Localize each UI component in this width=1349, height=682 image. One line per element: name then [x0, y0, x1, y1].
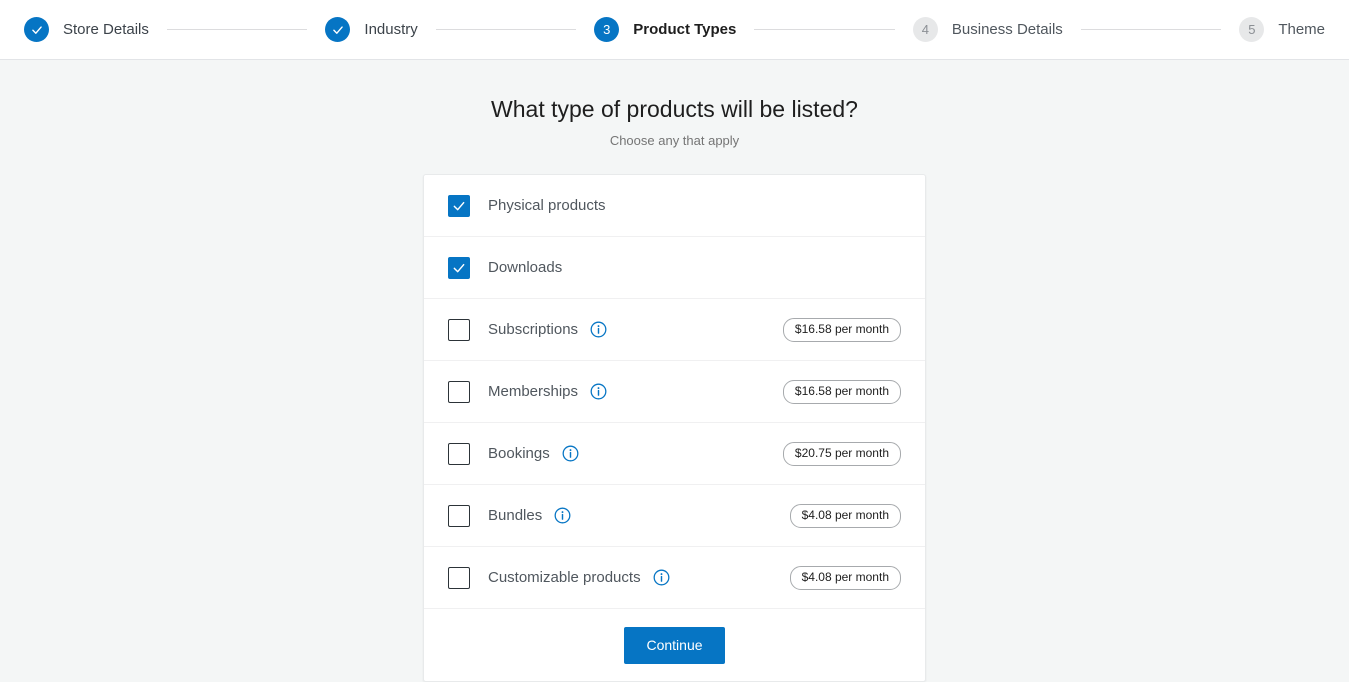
stepper-step-label: Store Details — [63, 21, 149, 38]
onboarding-stepper: Store Details Industry 3 Product Types 4 Busi… — [0, 0, 1349, 60]
product-type-row-left: Downloads — [448, 256, 901, 279]
stepper-step-label: Industry — [364, 21, 418, 38]
stepper-step-label: Theme — [1278, 21, 1326, 38]
product-types-card: Physical products Downloads Subscriptions $… — [423, 174, 926, 682]
product-type-label: Bundles — [488, 507, 543, 524]
stepper-step-industry[interactable]: Industry — [325, 17, 418, 42]
stepper-step-store-details[interactable]: Store Details — [24, 17, 149, 42]
step-number: 4 — [912, 17, 938, 42]
checkbox-unchecked[interactable] — [448, 566, 470, 589]
checkbox-checked[interactable] — [448, 194, 470, 217]
stepper-steps: Store Details Industry 3 Product Types 4 Busi… — [24, 17, 1325, 42]
price-badge: $16.58 per month — [782, 379, 901, 404]
price-badge: $4.08 per month — [789, 565, 901, 590]
product-type-row[interactable]: Subscriptions $16.58 per month — [424, 299, 925, 361]
price-badge: $16.58 per month — [782, 317, 901, 342]
stepper-step-business-details[interactable]: 4 Business Details — [912, 17, 1063, 42]
main-content: What type of products will be listed? Ch… — [0, 60, 1349, 682]
checkbox-checked[interactable] — [448, 256, 470, 279]
info-icon[interactable] — [590, 383, 607, 400]
step-number: 5 — [1239, 17, 1265, 42]
checkbox-unchecked[interactable] — [448, 318, 470, 341]
step-connector — [435, 29, 577, 30]
product-type-label: Customizable products — [488, 569, 641, 586]
product-type-label: Downloads — [488, 259, 563, 276]
step-connector — [754, 29, 895, 30]
step-connector — [1080, 29, 1222, 30]
stepper-step-label: Business Details — [951, 21, 1063, 38]
product-type-label: Bookings — [488, 445, 550, 462]
product-type-row-left: Physical products — [448, 194, 901, 217]
product-type-row[interactable]: Customizable products $4.08 per month — [424, 547, 925, 609]
product-type-row-left: Subscriptions — [448, 318, 783, 341]
stepper-step-label: Product Types — [633, 21, 737, 38]
price-badge: $20.75 per month — [782, 441, 901, 466]
product-type-row[interactable]: Memberships $16.58 per month — [424, 361, 925, 423]
info-icon[interactable] — [653, 569, 670, 586]
product-type-row[interactable]: Bundles $4.08 per month — [424, 485, 925, 547]
stepper-step-product-types[interactable]: 3 Product Types — [594, 17, 736, 42]
product-type-label: Subscriptions — [488, 321, 579, 338]
continue-button[interactable]: Continue — [624, 626, 725, 664]
checkbox-unchecked[interactable] — [448, 442, 470, 465]
product-type-row-left: Memberships — [448, 380, 783, 403]
check-icon — [325, 17, 351, 42]
product-type-label: Memberships — [488, 383, 579, 400]
step-number: 3 — [594, 17, 620, 42]
price-badge: $4.08 per month — [789, 503, 901, 528]
product-type-row-left: Customizable products — [448, 566, 790, 589]
product-type-row[interactable]: Bookings $20.75 per month — [424, 423, 925, 485]
info-icon[interactable] — [554, 507, 571, 524]
stepper-step-theme[interactable]: 5 Theme — [1239, 17, 1325, 42]
card-footer: Continue — [424, 609, 925, 681]
page-title: What type of products will be listed? — [491, 96, 858, 122]
checkbox-unchecked[interactable] — [448, 504, 470, 527]
product-type-label: Physical products — [488, 197, 606, 214]
info-icon[interactable] — [562, 445, 579, 462]
product-types-list: Physical products Downloads Subscriptions $… — [424, 175, 925, 609]
checkbox-unchecked[interactable] — [448, 380, 470, 403]
page-subtitle: Choose any that apply — [609, 133, 740, 148]
step-connector — [166, 29, 308, 30]
product-type-row[interactable]: Physical products — [424, 175, 925, 237]
product-type-row-left: Bookings — [448, 442, 783, 465]
check-icon — [24, 17, 49, 42]
info-icon[interactable] — [590, 321, 607, 338]
product-type-row[interactable]: Downloads — [424, 237, 925, 299]
product-type-row-left: Bundles — [448, 504, 790, 527]
